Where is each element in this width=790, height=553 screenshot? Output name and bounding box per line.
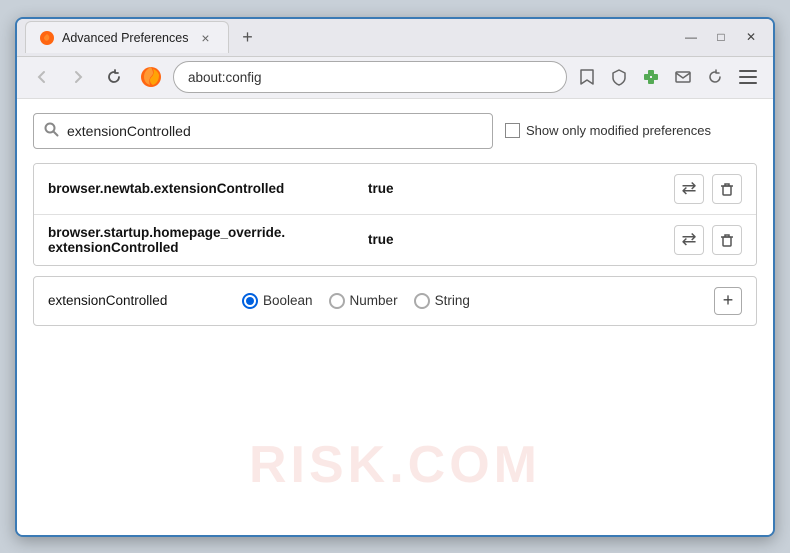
toggle-icon-1: ⇄ <box>681 178 696 199</box>
reload-button[interactable] <box>99 62 129 92</box>
tab-title: Advanced Preferences <box>62 31 188 45</box>
pref-actions-2: ⇄ <box>674 225 742 255</box>
add-preference-button[interactable]: + <box>714 287 742 315</box>
browser-window: Advanced Preferences × + — □ ✕ <box>15 17 775 537</box>
table-row[interactable]: browser.startup.homepage_override. exten… <box>34 215 756 265</box>
forward-button[interactable] <box>63 62 93 92</box>
sync-icon[interactable] <box>701 63 729 91</box>
extension-icon[interactable] <box>637 63 665 91</box>
navigation-bar: about:config <box>17 57 773 99</box>
close-button[interactable]: ✕ <box>737 23 765 51</box>
firefox-logo <box>137 63 165 91</box>
address-value: about:config <box>188 70 262 85</box>
content-area: RISK.COM Show only modified preferences <box>17 99 773 535</box>
watermark: RISK.COM <box>249 435 541 495</box>
address-bar[interactable]: about:config <box>173 61 567 93</box>
trash-icon-1 <box>719 181 735 197</box>
pref-toggle-button-2[interactable]: ⇄ <box>674 225 704 255</box>
tab-favicon <box>40 31 54 45</box>
radio-label-string: String <box>435 293 470 308</box>
pref-value-1: true <box>368 181 674 196</box>
pref-name-1: browser.newtab.extensionControlled <box>48 181 368 196</box>
pref-delete-button-2[interactable] <box>712 225 742 255</box>
new-tab-button[interactable]: + <box>233 23 261 51</box>
toggle-icon-2: ⇄ <box>681 229 696 250</box>
search-icon <box>44 122 59 140</box>
radio-boolean[interactable]: Boolean <box>242 293 313 309</box>
bookmark-icon[interactable] <box>573 63 601 91</box>
table-row[interactable]: browser.newtab.extensionControlled true … <box>34 164 756 215</box>
search-input[interactable] <box>67 123 482 139</box>
pref-value-2: true <box>368 232 674 247</box>
radio-label-number: Number <box>350 293 398 308</box>
maximize-button[interactable]: □ <box>707 23 735 51</box>
search-row: Show only modified preferences <box>33 113 757 149</box>
radio-inner-boolean <box>246 297 254 305</box>
radio-number[interactable]: Number <box>329 293 398 309</box>
nav-icons <box>573 62 763 92</box>
tab-close-button[interactable]: × <box>196 29 214 47</box>
pref-toggle-button-1[interactable]: ⇄ <box>674 174 704 204</box>
menu-button[interactable] <box>733 62 763 92</box>
radio-string[interactable]: String <box>414 293 470 309</box>
trash-icon-2 <box>719 232 735 248</box>
window-controls: — □ ✕ <box>677 23 765 51</box>
search-box[interactable] <box>33 113 493 149</box>
title-bar: Advanced Preferences × + — □ ✕ <box>17 19 773 57</box>
hamburger-icon <box>735 66 761 88</box>
pref-delete-button-1[interactable] <box>712 174 742 204</box>
shield-icon[interactable] <box>605 63 633 91</box>
show-modified-label[interactable]: Show only modified preferences <box>505 123 711 138</box>
minimize-button[interactable]: — <box>677 23 705 51</box>
radio-outer-boolean <box>242 293 258 309</box>
show-modified-checkbox[interactable] <box>505 123 520 138</box>
mail-icon[interactable] <box>669 63 697 91</box>
preferences-table: browser.newtab.extensionControlled true … <box>33 163 757 266</box>
back-button[interactable] <box>27 62 57 92</box>
radio-outer-string <box>414 293 430 309</box>
add-pref-name: extensionControlled <box>48 293 228 308</box>
show-modified-text: Show only modified preferences <box>526 123 711 138</box>
type-radio-group: Boolean Number String <box>242 293 700 309</box>
radio-outer-number <box>329 293 345 309</box>
address-text: about:config <box>188 70 552 85</box>
radio-label-boolean: Boolean <box>263 293 313 308</box>
active-tab[interactable]: Advanced Preferences × <box>25 21 229 53</box>
pref-actions-1: ⇄ <box>674 174 742 204</box>
add-preference-row: extensionControlled Boolean Number <box>33 276 757 326</box>
pref-name-2: browser.startup.homepage_override. exten… <box>48 225 368 255</box>
add-icon: + <box>723 290 734 311</box>
